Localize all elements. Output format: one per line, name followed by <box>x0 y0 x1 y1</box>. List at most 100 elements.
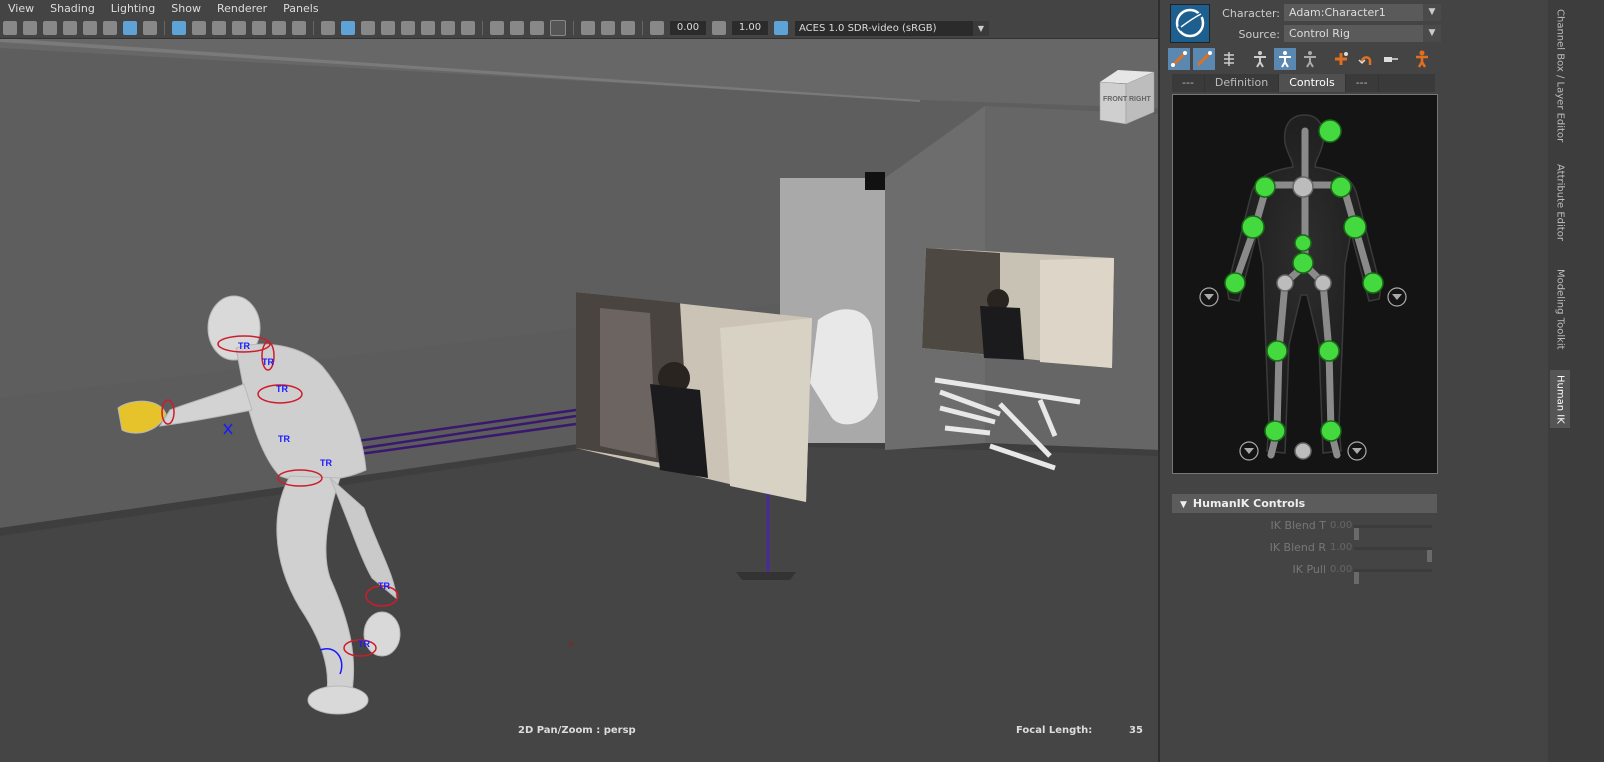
humanik-tab-bar: --- Definition Controls --- <box>1172 74 1435 92</box>
humanik-logo-icon[interactable] <box>1170 4 1210 43</box>
grid-icon[interactable] <box>172 21 186 35</box>
character-dropdown[interactable]: Adam:Character1 ▼ <box>1284 4 1441 21</box>
exposure-icon[interactable] <box>650 21 664 35</box>
textured-icon[interactable] <box>401 21 415 35</box>
default-material-icon[interactable] <box>361 21 375 35</box>
exposure-field[interactable] <box>670 21 706 35</box>
selection-mode-button[interactable] <box>1218 48 1240 70</box>
pin-icon <box>1384 57 1398 62</box>
tab-collapsed-left[interactable]: --- <box>1172 74 1205 92</box>
tr-label: TR <box>358 639 370 649</box>
safe-title-icon[interactable] <box>292 21 306 35</box>
effector-right-wrist <box>1362 272 1384 294</box>
lights-icon[interactable] <box>421 21 435 35</box>
multisample-icon[interactable] <box>581 21 595 35</box>
ik-blend-t-value[interactable]: 0.00 <box>1330 517 1356 535</box>
figure-button[interactable] <box>1299 48 1321 70</box>
ik-blend-r-value[interactable]: 1.00 <box>1330 539 1356 557</box>
ik-pull-slider[interactable] <box>1354 569 1432 584</box>
2d-pan-zoom-icon[interactable] <box>123 21 137 35</box>
floor <box>0 438 1158 762</box>
menu-renderer[interactable]: Renderer <box>209 0 275 18</box>
ik-blend-r-slider[interactable] <box>1354 547 1432 562</box>
viewcube[interactable]: FRONT RIGHT <box>1096 68 1158 126</box>
xray-joints-icon[interactable] <box>550 20 566 36</box>
menu-panels[interactable]: Panels <box>275 0 326 18</box>
ik-blend-t-slider[interactable] <box>1354 525 1432 540</box>
toolbar-divider <box>642 21 643 35</box>
humanik-control-view[interactable] <box>1172 94 1438 474</box>
shadows-icon[interactable] <box>441 21 455 35</box>
image-plane-icon[interactable] <box>63 21 77 35</box>
pinning-button[interactable] <box>1274 48 1296 70</box>
tab-definition[interactable]: Definition <box>1205 74 1280 92</box>
camera-attributes-icon[interactable] <box>23 21 37 35</box>
ik-blend-t-row: IK Blend T 0.00 <box>1172 517 1437 540</box>
collapse-triangle-icon: ▼ <box>1180 500 1187 510</box>
smooth-shade-icon[interactable] <box>341 21 355 35</box>
release-pin-button[interactable] <box>1380 48 1402 70</box>
side-tab-modeling-toolkit[interactable]: Modeling Toolkit <box>1550 262 1570 356</box>
ambient-occlusion-icon[interactable] <box>461 21 475 35</box>
tr-label: TR <box>276 384 288 394</box>
gate-mask-icon[interactable] <box>232 21 246 35</box>
color-management-icon[interactable] <box>774 21 788 35</box>
door-top-bracket <box>865 172 885 190</box>
xray-icon[interactable] <box>510 21 524 35</box>
xray-active-icon[interactable] <box>530 21 544 35</box>
grease-pencil-icon[interactable] <box>103 21 117 35</box>
full-body-ik-button[interactable] <box>1168 48 1190 70</box>
gamma-icon[interactable] <box>712 21 726 35</box>
menu-view[interactable]: View <box>0 0 42 18</box>
isolate-select-icon[interactable] <box>490 21 504 35</box>
body-figure-button[interactable] <box>1411 48 1433 70</box>
menu-lighting[interactable]: Lighting <box>103 0 163 18</box>
bookmarks-icon[interactable] <box>43 21 57 35</box>
safe-action-icon[interactable] <box>272 21 286 35</box>
humanik-toolbar <box>1168 48 1436 70</box>
side-tab-attribute-editor[interactable]: Attribute Editor <box>1550 160 1570 244</box>
side-tab-channel-box[interactable]: Channel Box / Layer Editor <box>1550 4 1570 148</box>
effector-right-hip <box>1314 274 1332 292</box>
film-gate-icon[interactable] <box>192 21 206 35</box>
depth-of-field-icon[interactable] <box>621 21 635 35</box>
humanik-controls-section-header[interactable]: ▼ HumanIK Controls <box>1172 494 1437 513</box>
gamma-field[interactable] <box>732 21 768 35</box>
select-camera-icon[interactable] <box>3 21 17 35</box>
side-tab-human-ik[interactable]: Human IK <box>1550 370 1570 428</box>
wireframe-icon[interactable] <box>321 21 335 35</box>
hud-focal-length-label: Focal Length: <box>1016 725 1093 736</box>
brush-icon[interactable] <box>143 21 157 35</box>
tr-label: TR <box>378 581 390 591</box>
tab-collapsed-right[interactable]: --- <box>1346 74 1379 92</box>
menu-shading[interactable]: Shading <box>42 0 103 18</box>
reset-button[interactable] <box>1355 48 1377 70</box>
effector-left-wrist <box>1224 272 1246 294</box>
ik-pull-label: IK Pull <box>1292 563 1326 576</box>
viewport-panel[interactable]: View Shading Lighting Show Renderer Pane… <box>0 0 1158 762</box>
3d-scene[interactable]: TR TR TR TR TR TR TR × <box>0 38 1158 762</box>
menu-show[interactable]: Show <box>163 0 209 18</box>
stance-pose-button[interactable] <box>1249 48 1271 70</box>
motion-blur-icon[interactable] <box>601 21 615 35</box>
field-chart-icon[interactable] <box>252 21 266 35</box>
ik-pull-value[interactable]: 0.00 <box>1330 561 1356 579</box>
ik-pull-row: IK Pull 0.00 <box>1172 561 1437 584</box>
wireframe-on-shaded-icon[interactable] <box>381 21 395 35</box>
color-space-dropdown[interactable]: ACES 1.0 SDR-video (sRGB) ▼ <box>795 20 989 36</box>
humanik-panel: Character: Adam:Character1 ▼ Source: Con… <box>1158 0 1550 762</box>
slider-thumb[interactable] <box>1354 572 1359 584</box>
bookmark-icon[interactable] <box>83 21 97 35</box>
effector-head <box>1318 119 1342 143</box>
hud-focal-length-value: 35 <box>1129 725 1143 736</box>
stand-base <box>736 572 796 580</box>
key-all-button[interactable] <box>1330 48 1352 70</box>
tab-controls[interactable]: Controls <box>1279 74 1346 92</box>
effector-left-elbow <box>1241 215 1265 239</box>
toolbar-divider <box>164 21 165 35</box>
resolution-gate-icon[interactable] <box>212 21 226 35</box>
source-dropdown[interactable]: Control Rig ▼ <box>1284 25 1441 42</box>
body-part-ik-button[interactable] <box>1193 48 1215 70</box>
effector-reference <box>1294 442 1312 460</box>
undo-icon <box>1358 56 1372 65</box>
